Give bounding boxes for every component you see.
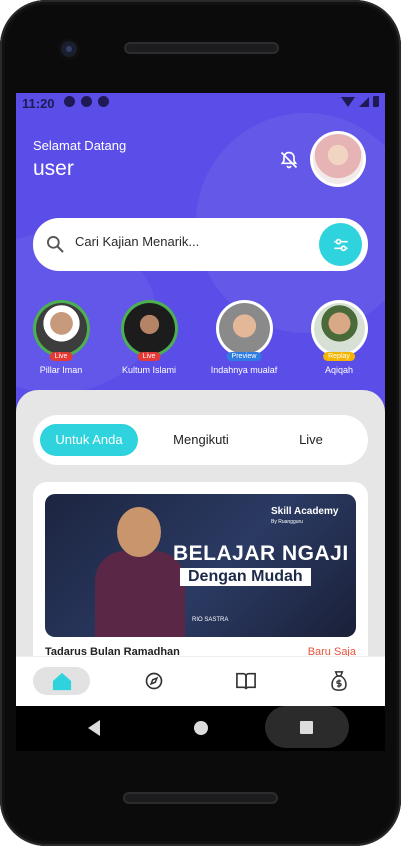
- story-item[interactable]: Preview Indahnya mualaf: [199, 300, 289, 375]
- search-bar: [33, 218, 368, 271]
- system-navigation-bar: [16, 706, 385, 751]
- chat-status-icon: [81, 96, 92, 107]
- story-avatar: [35, 303, 87, 354]
- back-icon[interactable]: [88, 720, 100, 736]
- search-input[interactable]: [75, 234, 305, 249]
- status-time: 11:20: [22, 96, 55, 111]
- story-label: Aqiqah: [324, 365, 354, 375]
- recent-apps-button[interactable]: [265, 706, 349, 748]
- tab-untuk-anda[interactable]: Untuk Anda: [40, 424, 138, 456]
- story-avatar: [218, 303, 270, 354]
- home-button-icon[interactable]: [194, 721, 208, 735]
- thumbnail-headline: BELAJAR NGAJI: [173, 542, 349, 565]
- bottom-navigation: [16, 656, 385, 706]
- feed-tabs: Untuk Anda Mengikuti Live: [33, 415, 368, 465]
- recent-apps-icon: [300, 721, 313, 734]
- story-ring: Replay: [310, 300, 368, 361]
- video-thumbnail[interactable]: Skill Academy By Ruangguru BELAJAR NGAJI…: [45, 494, 356, 637]
- live-badge: Live: [49, 352, 73, 361]
- nav-home[interactable]: [33, 667, 90, 695]
- story-avatar: [313, 303, 365, 354]
- username-text: user: [33, 157, 74, 180]
- battery-icon: [373, 96, 379, 107]
- story-label: Indahnya mualaf: [210, 365, 278, 375]
- nav-explore[interactable]: [125, 667, 182, 695]
- nav-library[interactable]: [217, 667, 274, 695]
- speaker-name: RIO SASTRA: [192, 617, 229, 623]
- filter-button[interactable]: [319, 223, 362, 266]
- home-icon: [52, 672, 71, 691]
- search-icon: [47, 236, 64, 253]
- status-bar: 11:20: [16, 93, 385, 113]
- tab-mengikuti[interactable]: Mengikuti: [151, 424, 251, 456]
- settings-status-icon: [64, 96, 75, 107]
- system-icons: [341, 96, 379, 107]
- thumbnail-subheadline: Dengan Mudah: [180, 568, 311, 586]
- earpiece-speaker: [124, 42, 279, 54]
- story-ring: Preview: [215, 300, 273, 361]
- phone-frame: 11:20 Selamat Datang user Cari Kajian Me…: [0, 0, 401, 846]
- app-screen: 11:20 Selamat Datang user Cari Kajian Me…: [16, 93, 385, 706]
- live-badge: Live: [137, 352, 161, 361]
- notification-bell-icon[interactable]: [279, 150, 299, 170]
- story-label: Pillar Iman: [39, 365, 83, 375]
- story-ring: Live: [120, 300, 178, 361]
- story-avatar: [123, 303, 175, 354]
- wifi-icon: [341, 96, 355, 107]
- story-item[interactable]: Live Kultum Islami: [104, 300, 194, 375]
- signal-icon: [359, 96, 369, 107]
- bottom-speaker: [123, 792, 278, 804]
- money-bag-icon: [330, 671, 347, 691]
- story-label: Kultum Islami: [121, 365, 176, 375]
- greeting-text: Selamat Datang: [33, 138, 127, 153]
- preview-badge: Preview: [226, 352, 262, 361]
- compass-icon: [145, 672, 162, 690]
- sync-status-icon: [98, 96, 109, 107]
- book-icon: [235, 672, 256, 690]
- brand-logo: Skill Academy By Ruangguru: [271, 506, 339, 525]
- front-camera: [61, 41, 77, 57]
- notification-icons: [64, 96, 109, 107]
- story-ring: Live: [32, 300, 90, 361]
- story-item[interactable]: Live Pillar Iman: [16, 300, 106, 375]
- nav-donation[interactable]: [310, 667, 367, 695]
- profile-avatar[interactable]: [310, 131, 366, 187]
- speaker-figure: [95, 499, 185, 637]
- story-item[interactable]: Replay Aqiqah: [294, 300, 384, 375]
- replay-badge: Replay: [323, 352, 355, 361]
- filter-sliders-icon: [333, 238, 348, 251]
- tab-live[interactable]: Live: [263, 424, 359, 456]
- stories-row: Live Pillar Iman Live Kultum Islami Prev…: [16, 300, 385, 380]
